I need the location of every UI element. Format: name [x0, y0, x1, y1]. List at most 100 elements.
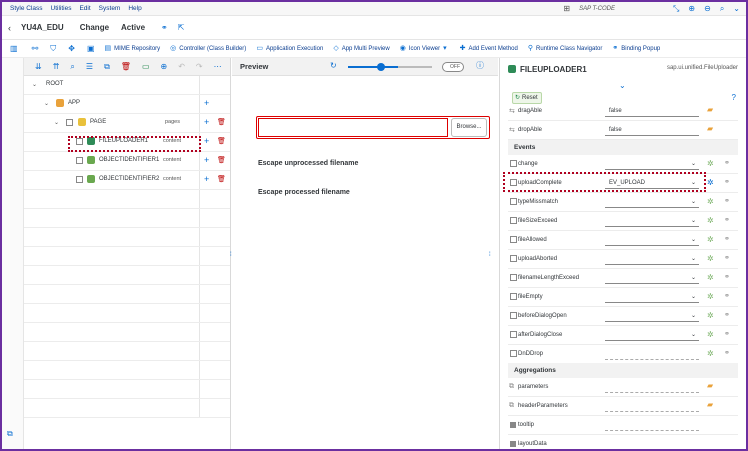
- chevron-down-icon[interactable]: ⌄: [32, 81, 37, 88]
- link-icon[interactable]: ⚭: [724, 159, 730, 167]
- aggregation-field[interactable]: [605, 439, 699, 449]
- folder-icon[interactable]: ▰: [707, 105, 713, 114]
- tree-row-app[interactable]: ⌄ APP +: [24, 95, 230, 114]
- search-icon[interactable]: ⌕: [70, 62, 74, 72]
- link-icon[interactable]: ⚭: [724, 235, 730, 243]
- delete-icon[interactable]: 🗑: [217, 137, 226, 145]
- aggregation-field[interactable]: [605, 382, 699, 393]
- runtime-class-navigator-button[interactable]: ⚲ Runtime Class Navigator: [528, 45, 603, 52]
- gear-icon[interactable]: ✲: [707, 292, 714, 301]
- event-checkbox[interactable]: [510, 217, 517, 224]
- help-icon[interactable]: ?: [732, 94, 736, 102]
- layout-icon[interactable]: ▥: [10, 44, 18, 53]
- link-icon[interactable]: ⚭: [724, 254, 730, 262]
- link-icon[interactable]: ⚭: [724, 292, 730, 300]
- dragable-select[interactable]: false: [605, 106, 699, 117]
- tree-checkbox[interactable]: [76, 176, 83, 183]
- event-checkbox[interactable]: [510, 312, 517, 319]
- mime-repository-button[interactable]: ▤ MIME Repository: [105, 45, 161, 52]
- menu-style-class[interactable]: Style Class: [10, 5, 43, 12]
- add-icon[interactable]: +: [204, 98, 209, 108]
- link-icon[interactable]: ⚭: [724, 197, 730, 205]
- delete-icon[interactable]: 🗑: [217, 118, 226, 126]
- link-icon[interactable]: ⚭: [724, 311, 730, 319]
- gear-icon[interactable]: ✲: [707, 235, 714, 244]
- open-new-icon[interactable]: ⇱: [178, 23, 185, 32]
- app-execution-button[interactable]: ▭ Application Execution: [256, 45, 323, 52]
- folder-icon[interactable]: ▰: [707, 124, 713, 133]
- preview-icon[interactable]: ▭: [142, 62, 150, 71]
- refresh-icon[interactable]: ↻: [330, 62, 337, 70]
- gear-icon[interactable]: ✲: [707, 197, 714, 206]
- info-icon[interactable]: ⓘ: [476, 62, 484, 70]
- add-event-method-button[interactable]: ✚ Add Event Method: [460, 45, 518, 52]
- link-icon[interactable]: ⚭: [161, 23, 168, 32]
- event-select[interactable]: ⌄: [605, 311, 699, 322]
- undo-icon[interactable]: ↶: [178, 62, 185, 71]
- chevron-down-icon[interactable]: ⌄: [54, 119, 59, 126]
- delete-icon[interactable]: 🗑: [217, 156, 226, 164]
- add-control-icon[interactable]: ⊕: [161, 62, 168, 71]
- add-icon[interactable]: +: [204, 117, 209, 127]
- menu-help[interactable]: Help: [128, 5, 141, 12]
- menu-system[interactable]: System: [99, 5, 121, 12]
- search-icon[interactable]: ⌕: [720, 5, 724, 13]
- event-checkbox[interactable]: [510, 274, 517, 281]
- dropable-select[interactable]: false: [605, 125, 699, 136]
- app-multi-preview-button[interactable]: ◇ App Multi Preview: [333, 45, 389, 52]
- icon-viewer-button[interactable]: ◉ Icon Viewer ▾: [400, 45, 450, 52]
- add-icon[interactable]: +: [204, 174, 209, 184]
- gear-icon[interactable]: ✲: [707, 349, 714, 358]
- link-icon[interactable]: ⚭: [724, 273, 730, 281]
- gear-icon[interactable]: ✲: [707, 273, 714, 282]
- expand-all-icon[interactable]: ⇈: [53, 62, 60, 71]
- menu-utilities[interactable]: Utilities: [51, 5, 72, 12]
- more-icon[interactable]: ⋯: [214, 62, 222, 71]
- tcode-label[interactable]: SAP T-CODE: [579, 6, 615, 12]
- chevron-down-icon[interactable]: ⌄: [44, 100, 49, 107]
- event-select[interactable]: ⌄: [605, 235, 699, 246]
- delete-icon[interactable]: 🗑: [121, 62, 131, 71]
- event-checkbox[interactable]: [510, 255, 517, 262]
- collapse-all-icon[interactable]: ⇊: [35, 62, 42, 71]
- tree-row-objectidentifier2[interactable]: OBJECTIDENTIFIER2 content + 🗑: [24, 171, 230, 190]
- event-select[interactable]: ⌄: [605, 330, 699, 341]
- event-select[interactable]: ⌄: [605, 216, 699, 227]
- link-icon[interactable]: ⚭: [724, 178, 730, 186]
- menu-chevron-icon[interactable]: ⌄: [733, 5, 740, 13]
- file-name-input[interactable]: [258, 118, 448, 137]
- copy-icon[interactable]: ⧉: [104, 62, 110, 72]
- collapse-chevron-icon[interactable]: ⌄: [619, 82, 626, 90]
- event-checkbox[interactable]: [510, 236, 517, 243]
- link-icon[interactable]: ⚭: [724, 216, 730, 224]
- event-checkbox[interactable]: [510, 350, 517, 357]
- zoom-slider-handle[interactable]: [377, 63, 385, 71]
- preview-toggle[interactable]: OFF: [442, 62, 464, 72]
- add-icon[interactable]: +: [204, 155, 209, 165]
- zoom-in-icon[interactable]: ⊕: [688, 5, 695, 13]
- shield-icon[interactable]: ⛉: [50, 44, 56, 53]
- gear-icon[interactable]: ✲: [707, 311, 714, 320]
- gear-icon[interactable]: ✲: [707, 216, 714, 225]
- delete-icon[interactable]: 🗑: [217, 175, 226, 183]
- gear-icon[interactable]: ✲: [707, 254, 714, 263]
- tree-row-root[interactable]: ⌄ ROOT: [24, 76, 230, 95]
- copy-icon[interactable]: ⧉: [7, 430, 13, 438]
- controller-button[interactable]: ◎ Controller (Class Builder): [170, 45, 246, 52]
- exit-fullscreen-icon[interactable]: ⤡: [673, 5, 679, 13]
- event-checkbox[interactable]: [510, 331, 517, 338]
- event-select[interactable]: ⌄: [605, 197, 699, 208]
- splitter-handle-icon[interactable]: ⁞: [489, 252, 491, 258]
- event-select[interactable]: ⌄: [605, 159, 699, 170]
- add-icon[interactable]: +: [204, 136, 209, 146]
- aggregation-field[interactable]: [605, 401, 699, 412]
- tree-checkbox[interactable]: [76, 157, 83, 164]
- link-icon[interactable]: ⚭: [724, 330, 730, 338]
- gear-icon[interactable]: ✲: [707, 178, 714, 187]
- tree-checkbox[interactable]: [66, 119, 73, 126]
- gear-icon[interactable]: ✲: [707, 330, 714, 339]
- folder-icon[interactable]: ▰: [707, 400, 713, 409]
- expand-icon[interactable]: ✥: [68, 44, 75, 53]
- event-select[interactable]: ⌄: [605, 254, 699, 265]
- event-select[interactable]: ⌄: [605, 292, 699, 303]
